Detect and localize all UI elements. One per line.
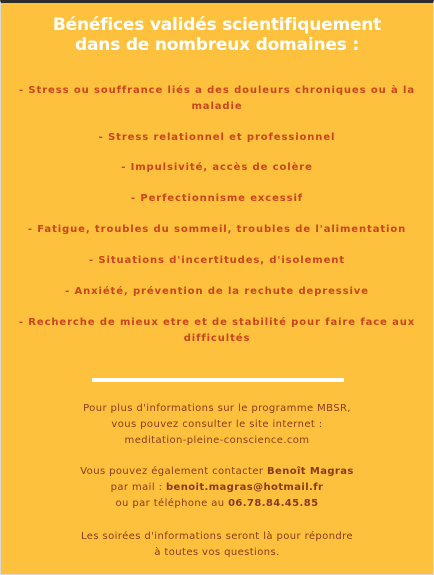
flyer-page: Bénéfices validés scientifiquement dans … (0, 0, 434, 575)
soirees-line-2: à toutes vos questions. (154, 547, 280, 558)
divider (92, 378, 344, 382)
benefit-item-fatigue: - Fatigue, troubles du sommeil, troubles… (27, 224, 407, 235)
contact-line-name: Vous pouvez également contacter Benoît M… (1, 464, 433, 480)
contact-prefix: Vous pouvez également contacter (80, 466, 267, 477)
email-prefix: par mail : (110, 482, 166, 493)
email-link[interactable]: benoit.magras@hotmail.fr (166, 482, 323, 493)
benefit-item-perfectionism: - Perfectionnisme excessif (130, 193, 304, 204)
mbsr-info-block: Pour plus d'informations sur le programm… (1, 401, 433, 449)
mbsr-info-line-1: Pour plus d'informations sur le programm… (83, 403, 351, 414)
title-line-1: Bénéfices validés scientifiquement (52, 15, 382, 35)
contact-block: Vous pouvez également contacter Benoît M… (1, 464, 433, 512)
benefit-item-relational-stress: - Stress relationnel et professionnel (98, 132, 336, 143)
title-line-2: dans de nombreux domaines : (75, 35, 359, 55)
soirees-block: Les soirées d'informations seront là pou… (1, 529, 433, 561)
soirees-line-1: Les soirées d'informations seront là pou… (80, 531, 354, 542)
mbsr-info-line-2: vous pouvez consulter le site internet : (111, 419, 323, 430)
phone-number[interactable]: 06.78.84.45.85 (228, 498, 318, 509)
contact-line-email: par mail : benoit.magras@hotmail.fr (1, 480, 433, 496)
phone-prefix: ou par téléphone au (115, 498, 229, 509)
contact-line-phone: ou par téléphone au 06.78.84.45.85 (1, 496, 433, 512)
contact-name: Benoît Magras (266, 466, 354, 477)
benefit-item-chronic-pain: - Stress ou souffrance liés a des douleu… (19, 85, 415, 112)
benefit-item-uncertainty: - Situations d'incertitudes, d'isolement (88, 255, 345, 266)
website-link[interactable]: meditation-pleine-conscience.com (1, 433, 433, 449)
benefit-item-impulsivity: - Impulsivité, accès de colère (121, 162, 313, 173)
benefit-item-anxiety: - Anxiété, prévention de la rechute depr… (65, 286, 369, 297)
page-title: Bénéfices validés scientifiquement dans … (1, 15, 433, 55)
benefit-item-wellbeing: - Recherche de mieux etre et de stabilit… (18, 317, 416, 344)
